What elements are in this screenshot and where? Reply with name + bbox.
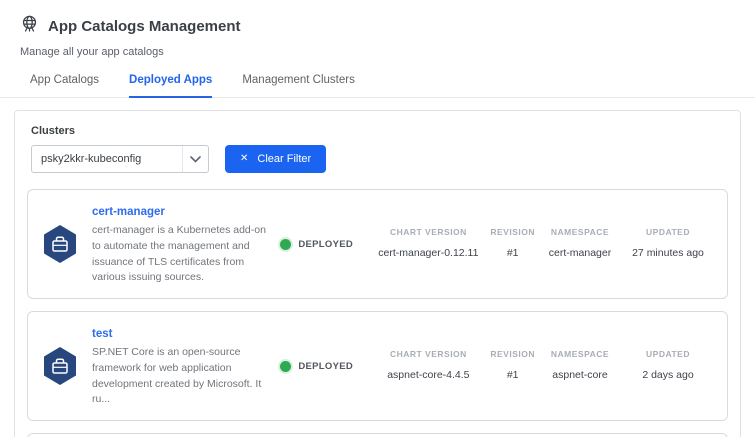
cluster-select-value: psky2kkr-kubeconfig xyxy=(32,153,141,165)
revision-value: #1 xyxy=(490,368,535,382)
app-card: test SP.NET Core is an open-source frame… xyxy=(27,311,728,421)
status-label: DEPLOYED xyxy=(298,239,353,250)
namespace-value: aspnet-core xyxy=(543,368,617,382)
revision-column: REVISION #1 xyxy=(486,227,539,260)
revision-value: #1 xyxy=(490,246,535,260)
app-catalogs-icon xyxy=(20,14,39,38)
namespace-label: NAMESPACE xyxy=(543,349,617,359)
updated-value: 2 days ago xyxy=(625,368,711,382)
status-badge: DEPLOYED xyxy=(280,361,370,372)
chart-version-value: cert-manager-0.12.11 xyxy=(374,246,482,260)
page-title: App Catalogs Management xyxy=(48,18,241,35)
chart-version-column: CHART VERSION aspnet-core-4.4.5 xyxy=(370,349,486,382)
namespace-column: NAMESPACE cert-manager xyxy=(539,227,621,260)
status-dot-icon xyxy=(280,361,291,372)
clear-filter-label: Clear Filter xyxy=(257,153,311,165)
page-header: App Catalogs Management xyxy=(0,0,755,38)
filter-row: psky2kkr-kubeconfig ✕ Clear Filter xyxy=(31,145,728,173)
tab-deployed-apps[interactable]: Deployed Apps xyxy=(129,74,212,98)
clear-filter-button[interactable]: ✕ Clear Filter xyxy=(225,145,326,173)
deployed-apps-list: cert-manager cert-manager is a Kubernete… xyxy=(27,189,728,437)
app-catalogs-management-page: App Catalogs Management Manage all your … xyxy=(0,0,755,437)
app-name-link[interactable]: cert-manager xyxy=(92,206,165,218)
updated-label: UPDATED xyxy=(625,227,711,237)
tab-app-catalogs[interactable]: App Catalogs xyxy=(30,74,99,97)
status-dot-icon xyxy=(280,239,291,250)
revision-label: REVISION xyxy=(490,227,535,237)
namespace-column: NAMESPACE aspnet-core xyxy=(539,349,621,382)
revision-column: REVISION #1 xyxy=(486,349,539,382)
status-badge: DEPLOYED xyxy=(280,239,370,250)
chevron-down-icon[interactable] xyxy=(182,146,208,172)
tab-bar: App Catalogs Deployed Apps Management Cl… xyxy=(0,74,755,98)
app-description: cert-manager is a Kubernetes add-on to a… xyxy=(92,223,270,286)
status-label: DEPLOYED xyxy=(298,361,353,372)
clusters-filter-label: Clusters xyxy=(31,125,728,137)
app-info: cert-manager cert-manager is a Kubernete… xyxy=(92,202,280,286)
updated-column: UPDATED 2 days ago xyxy=(621,349,715,382)
updated-column: UPDATED 27 minutes ago xyxy=(621,227,715,260)
updated-value: 27 minutes ago xyxy=(625,246,711,260)
page-subtitle: Manage all your app catalogs xyxy=(0,46,755,58)
chart-version-label: CHART VERSION xyxy=(374,349,482,359)
cluster-select[interactable]: psky2kkr-kubeconfig xyxy=(31,145,209,173)
app-card: test01 Appsmith is an open source platfo… xyxy=(27,433,728,437)
app-hexagon-icon xyxy=(40,223,80,265)
app-card: cert-manager cert-manager is a Kubernete… xyxy=(27,189,728,299)
tab-management-clusters[interactable]: Management Clusters xyxy=(242,74,355,97)
app-hexagon-icon xyxy=(40,345,80,387)
chart-version-value: aspnet-core-4.4.5 xyxy=(374,368,482,382)
revision-label: REVISION xyxy=(490,349,535,359)
chart-version-column: CHART VERSION cert-manager-0.12.11 xyxy=(370,227,486,260)
deployed-apps-panel: Clusters psky2kkr-kubeconfig ✕ Clear Fil… xyxy=(14,110,741,437)
chart-version-label: CHART VERSION xyxy=(374,227,482,237)
app-name-link[interactable]: test xyxy=(92,328,112,340)
app-description: SP.NET Core is an open-source framework … xyxy=(92,345,270,408)
updated-label: UPDATED xyxy=(625,349,711,359)
namespace-label: NAMESPACE xyxy=(543,227,617,237)
close-icon: ✕ xyxy=(240,154,248,164)
namespace-value: cert-manager xyxy=(543,246,617,260)
app-info: test SP.NET Core is an open-source frame… xyxy=(92,324,280,408)
